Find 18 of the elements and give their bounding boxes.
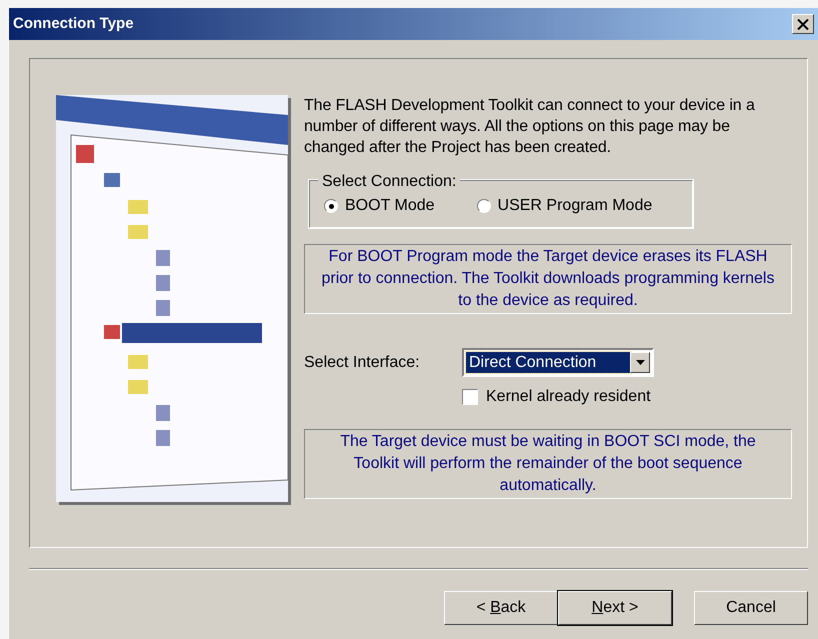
window-title: Connection Type <box>13 14 134 34</box>
info-text: For BOOT Program mode the Target device erases its FLASH prior to connection. The Toolkit downloads programming kernels to the device as required. <box>304 244 792 314</box>
interface-label: Select Interface: <box>304 352 421 372</box>
wizard-button[interactable]: < Back <box>444 591 558 625</box>
close-button[interactable] <box>792 14 814 34</box>
wizard-button[interactable]: Next > <box>558 591 672 625</box>
radio-button[interactable] <box>476 199 491 213</box>
checkbox[interactable] <box>462 389 478 405</box>
checkbox-label: Kernel already resident <box>486 387 651 407</box>
info-text: The Target device must be waiting in BOOT SCI mode, the Toolkit will perform the remainder of the boot sequence automatically. <box>304 429 792 499</box>
wizard-button[interactable]: Cancel <box>694 591 808 625</box>
close-icon <box>797 18 809 30</box>
dropdown-arrow-icon <box>636 360 644 365</box>
radio-option[interactable]: BOOT Mode <box>324 194 435 218</box>
radio-button[interactable] <box>324 199 338 213</box>
radio-option[interactable]: USER Program Mode <box>476 194 652 218</box>
interface-dropdown[interactable]: Direct Connection <box>462 348 654 377</box>
intro-text: The FLASH Development Toolkit can connect to your device in a number of different ways. All the options on this page may be changed after the Project has been created. <box>304 96 756 158</box>
